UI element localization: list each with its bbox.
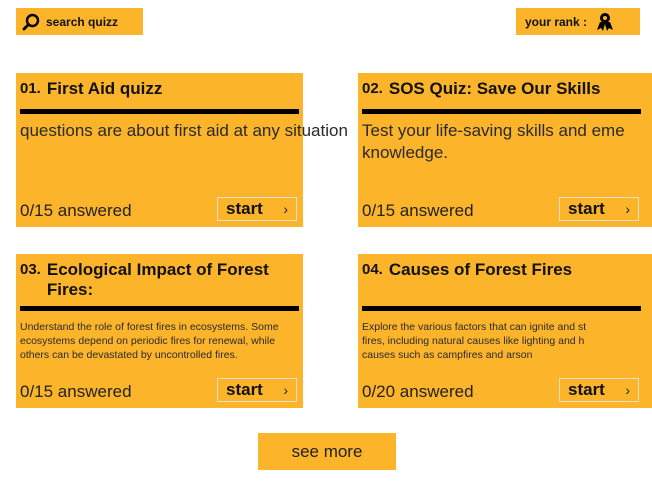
search-icon bbox=[22, 13, 40, 30]
chevron-right-icon: › bbox=[625, 201, 630, 217]
title-divider bbox=[362, 109, 641, 114]
title-divider bbox=[20, 306, 299, 311]
quiz-title-line: Ecological Impact of Forest bbox=[46, 260, 269, 279]
quiz-number: 01. bbox=[20, 80, 41, 97]
search-quizz-button[interactable]: search quizz bbox=[16, 8, 143, 35]
quiz-card-2: 02. SOS Quiz: Save Our Skills Test your … bbox=[358, 73, 652, 227]
quiz-description-text: questions are about first aid at any sit… bbox=[20, 121, 348, 140]
quiz-title-line: Fires: bbox=[46, 280, 94, 299]
quiz-description-line: others can be devastated by uncontrolled… bbox=[20, 349, 238, 361]
see-more-button[interactable]: see more bbox=[258, 433, 396, 470]
start-label: start bbox=[226, 380, 263, 399]
start-button[interactable]: start › bbox=[559, 197, 639, 221]
quiz-description-line: causes such as campfires and arson bbox=[362, 349, 533, 361]
start-button[interactable]: start › bbox=[559, 378, 639, 402]
quiz-number: 04. bbox=[362, 261, 383, 278]
start-label: start bbox=[568, 380, 605, 399]
quiz-description: Explore the various factors that can ign… bbox=[362, 320, 652, 362]
quiz-title-text: Ecological Impact of Forest Fires: bbox=[47, 260, 269, 300]
answered-count: 0/20 answered bbox=[362, 382, 474, 401]
quiz-description-line: fires, including natural causes like lig… bbox=[362, 335, 585, 347]
quiz-description: questions are about first aid at any sit… bbox=[20, 120, 348, 142]
start-button[interactable]: start › bbox=[217, 378, 297, 402]
quiz-number: 03. bbox=[20, 261, 41, 278]
quiz-title: 02. SOS Quiz: Save Our Skills bbox=[362, 79, 637, 99]
see-more-label: see more bbox=[291, 441, 363, 461]
quiz-title: 01. First Aid quizz bbox=[20, 79, 295, 99]
quiz-description-line: Test your life-saving skills and eme bbox=[362, 121, 625, 140]
quiz-title-text: First Aid quizz bbox=[46, 79, 163, 98]
start-label: start bbox=[226, 199, 263, 218]
title-divider bbox=[362, 306, 641, 311]
rank-badge-icon bbox=[597, 12, 614, 31]
quiz-title: 04. Causes of Forest Fires bbox=[362, 260, 637, 280]
chevron-right-icon: › bbox=[625, 382, 630, 398]
search-quizz-label: search quizz bbox=[46, 14, 119, 29]
chevron-right-icon: › bbox=[283, 201, 288, 217]
start-label: start bbox=[568, 199, 605, 218]
quiz-card-1: 01. First Aid quizz questions are about … bbox=[16, 73, 348, 227]
quiz-card-3: 03. Ecological Impact of Forest Fires: U… bbox=[16, 254, 303, 408]
quiz-title-text: Causes of Forest Fires bbox=[388, 260, 573, 279]
answered-count: 0/15 answered bbox=[20, 382, 132, 401]
title-divider bbox=[20, 109, 299, 114]
quiz-description: Understand the role of forest fires in e… bbox=[20, 320, 320, 362]
quiz-description-line: knowledge. bbox=[362, 143, 449, 162]
answered-count: 0/15 answered bbox=[362, 201, 474, 220]
quiz-card-4: 04. Causes of Forest Fires Explore the v… bbox=[358, 254, 652, 408]
chevron-right-icon: › bbox=[283, 382, 288, 398]
answered-count: 0/15 answered bbox=[20, 201, 132, 220]
quiz-description-line: Understand the role of forest fires in e… bbox=[20, 321, 279, 333]
rank-label: your rank : bbox=[525, 14, 588, 29]
quiz-description: Test your life-saving skills and eme kno… bbox=[362, 120, 652, 164]
quiz-title: 03. Ecological Impact of Forest Fires: bbox=[20, 260, 295, 300]
rank-display: your rank : bbox=[516, 8, 640, 35]
quiz-number: 02. bbox=[362, 80, 383, 97]
quiz-title-text: SOS Quiz: Save Our Skills bbox=[388, 79, 601, 98]
start-button[interactable]: start › bbox=[217, 197, 297, 221]
quiz-description-line: Explore the various factors that can ign… bbox=[362, 321, 587, 333]
quiz-description-line: ecosystems depend on periodic fires for … bbox=[20, 335, 276, 347]
